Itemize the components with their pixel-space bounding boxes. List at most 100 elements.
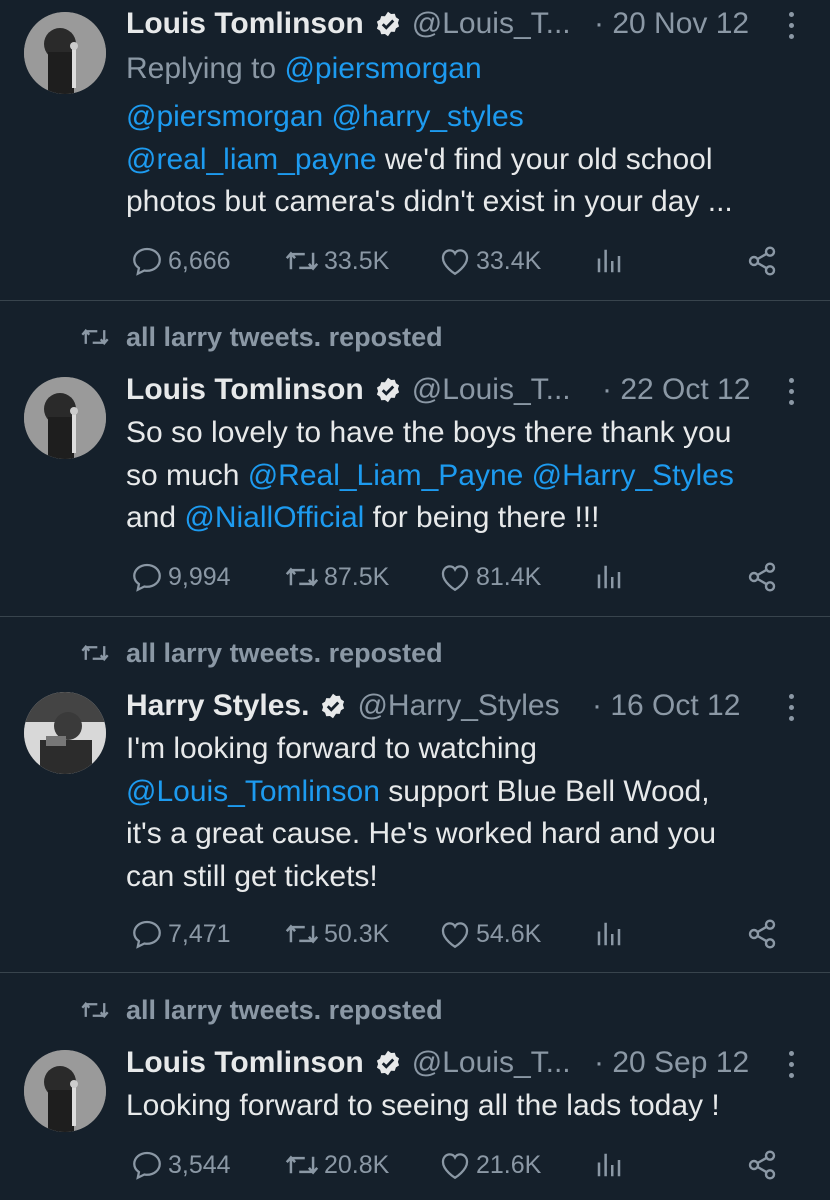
tweet-text-segment: I'm looking forward to watching — [126, 732, 537, 765]
mention-link[interactable]: @piersmorgan @harry_styles — [126, 100, 524, 133]
more-options-icon[interactable] — [786, 1049, 796, 1079]
verified-badge-icon — [374, 10, 402, 38]
author-name[interactable]: Louis Tomlinson — [126, 1043, 364, 1083]
tweet-text-line: can still get tickets! — [126, 856, 816, 899]
tweet[interactable]: all larry tweets. reposted Harry Styles.… — [0, 617, 830, 972]
views-button[interactable] — [594, 241, 624, 281]
author-handle[interactable]: @Louis_T... — [412, 1043, 571, 1083]
reply-button[interactable]: 9,994 — [130, 557, 231, 597]
like-icon — [441, 249, 469, 276]
avatar-photo — [24, 692, 106, 774]
share-button[interactable] — [746, 914, 778, 954]
author-name[interactable]: Harry Styles. — [126, 686, 309, 726]
replying-mention[interactable]: @piersmorgan — [284, 52, 481, 85]
share-button[interactable] — [746, 241, 778, 281]
more-options-icon[interactable] — [786, 376, 796, 406]
more-options-icon[interactable] — [786, 692, 796, 722]
reply-icon — [133, 247, 161, 276]
tweet-text-line: and @NiallOfficial for being there !!! — [126, 497, 816, 540]
repost-icon — [81, 328, 109, 346]
tweet-text-line: So so lovely to have the boys there than… — [126, 412, 816, 455]
author-handle[interactable]: @Louis_T... — [412, 370, 571, 410]
repost-button[interactable]: 50.3K — [284, 914, 389, 954]
tweet-header: Louis Tomlinson @Louis_T... · 22 Oct 12 — [126, 370, 830, 410]
share-button[interactable] — [746, 1145, 778, 1185]
reply-button[interactable]: 6,666 — [130, 241, 231, 281]
tweet-text: @piersmorgan @harry_styles @real_liam_pay… — [126, 96, 816, 224]
repost-button[interactable]: 87.5K — [284, 557, 389, 597]
repost-context: all larry tweets. reposted — [0, 993, 830, 1027]
author-handle[interactable]: @Harry_Styles — [357, 686, 559, 726]
tweet-text-line: I'm looking forward to watching — [126, 728, 816, 771]
tweet-date-text: 22 Oct 12 — [620, 373, 751, 406]
reposted-by-label[interactable]: all larry tweets. reposted — [126, 636, 443, 670]
repost-icon — [285, 251, 319, 271]
views-button[interactable] — [594, 1145, 624, 1185]
share-icon — [748, 919, 776, 949]
author-handle[interactable]: @Louis_T... — [412, 4, 571, 44]
repost-count: 50.3K — [324, 919, 390, 948]
like-button[interactable]: 21.6K — [438, 1145, 541, 1185]
like-button[interactable]: 81.4K — [438, 557, 541, 597]
replying-to: Replying to @piersmorgan — [126, 49, 482, 89]
reposted-by-label[interactable]: all larry tweets. reposted — [126, 993, 443, 1027]
views-button[interactable] — [594, 914, 624, 954]
views-icon — [597, 1153, 621, 1177]
repost-button[interactable]: 20.8K — [284, 1145, 389, 1185]
reply-button[interactable]: 3,544 — [130, 1145, 231, 1185]
repost-icon — [285, 567, 319, 587]
avatar[interactable] — [24, 12, 106, 94]
mention-link[interactable]: @Louis_Tomlinson — [126, 775, 380, 808]
more-options-icon[interactable] — [786, 10, 796, 40]
like-count: 33.4K — [476, 246, 542, 275]
reply-count: 9,994 — [168, 562, 231, 591]
tweet-date[interactable]: · 16 Oct 12 — [592, 686, 740, 726]
tweet[interactable]: all larry tweets. reposted Louis Tomlins… — [0, 301, 830, 616]
tweet-text-line: @real_liam_payne we'd find your old scho… — [126, 139, 816, 182]
repost-context: all larry tweets. reposted — [0, 636, 830, 670]
author-name[interactable]: Louis Tomlinson — [126, 370, 364, 410]
tweet-date-text: 16 Oct 12 — [610, 689, 741, 722]
avatar[interactable] — [24, 692, 106, 774]
tweet-date[interactable]: · 20 Sep 12 — [594, 1043, 749, 1083]
share-button[interactable] — [746, 557, 778, 597]
avatar[interactable] — [24, 1050, 106, 1132]
tweet-text: So so lovely to have the boys there than… — [126, 412, 816, 540]
repost-context: all larry tweets. reposted — [0, 320, 830, 354]
like-button[interactable]: 54.6K — [438, 914, 541, 954]
repost-button[interactable]: 33.5K — [284, 241, 389, 281]
avatar[interactable] — [24, 377, 106, 459]
mention-link[interactable]: @real_liam_payne — [126, 143, 377, 176]
reposted-by-label[interactable]: all larry tweets. reposted — [126, 320, 443, 354]
tweet-text-segment: and — [126, 501, 185, 534]
author-name[interactable]: Louis Tomlinson — [126, 4, 364, 44]
views-button[interactable] — [594, 557, 624, 597]
separator-dot: · — [592, 689, 602, 722]
tweet[interactable]: Louis Tomlinson @Louis_T... · 20 Nov 12 R… — [0, 0, 830, 300]
like-button[interactable]: 33.4K — [438, 241, 541, 281]
reply-count: 7,471 — [168, 919, 231, 948]
tweet-text-line: Looking forward to seeing all the lads t… — [126, 1085, 816, 1128]
tweet-text-segment: can still get tickets! — [126, 859, 378, 893]
tweet[interactable]: all larry tweets. reposted Louis Tomlins… — [0, 973, 830, 1200]
tweet-text-segment: support Blue Bell Wood, — [379, 774, 710, 808]
like-count: 54.6K — [476, 919, 542, 948]
repost-count: 33.5K — [324, 246, 390, 275]
tweet-actions: 9,994 87.5K 81.4K — [0, 557, 830, 597]
tweet-date[interactable]: · 20 Nov 12 — [594, 4, 749, 44]
separator-dot: · — [594, 7, 604, 40]
reply-icon — [133, 920, 161, 949]
tweet-text-line: photos but camera's didn't exist in your… — [126, 181, 816, 224]
tweet-date[interactable]: · 22 Oct 12 — [602, 370, 750, 410]
tweet-text-segment: we'd find your old school — [376, 142, 713, 176]
tweet-actions: 7,471 50.3K 54.6K — [0, 914, 830, 954]
tweet-actions: 6,666 33.5K 33.4K — [0, 241, 830, 281]
avatar-photo — [24, 12, 106, 94]
mention-link[interactable]: @NiallOfficial — [184, 501, 364, 534]
tweet-text-segment: photos but camera's didn't exist in your… — [126, 185, 733, 218]
repost-count: 87.5K — [324, 562, 390, 591]
tweet-header: Harry Styles. @Harry_Styles · 16 Oct 12 — [126, 686, 830, 726]
reply-button[interactable]: 7,471 — [130, 914, 231, 954]
mention-link[interactable]: @Real_Liam_Payne @Harry_Styles — [248, 459, 734, 492]
repost-icon — [81, 1001, 109, 1019]
